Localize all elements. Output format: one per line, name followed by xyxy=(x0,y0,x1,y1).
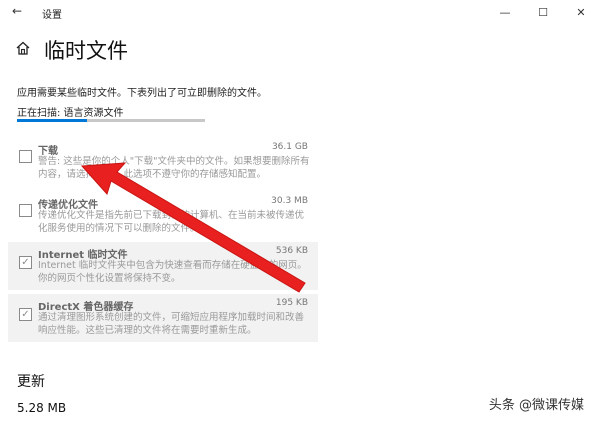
item-size: 36.1 GB xyxy=(271,142,308,152)
title-bar: ← 设置 — ☐ ✕ xyxy=(0,0,600,24)
item-size: 30.3 MB xyxy=(271,196,308,206)
checkbox-delivery-optimization[interactable] xyxy=(19,204,32,217)
list-item-internet-temp[interactable]: ✓ Internet 临时文件 536 KB Internet 临时文件夹中包含… xyxy=(8,242,318,290)
list-item-downloads[interactable]: 下载 36.1 GB 警告: 这些是你的个人"下载"文件夹中的文件。如果想要删除… xyxy=(8,138,318,190)
page-title: 临时文件 xyxy=(44,39,128,63)
checkbox-downloads[interactable] xyxy=(19,150,32,163)
item-description: 警告: 这些是你的个人"下载"文件夹中的文件。如果想要删除所有内容，请选择此项，… xyxy=(38,156,310,180)
section-title-updates: 更新 xyxy=(17,374,45,390)
item-description: 通过清理图形系统创建的文件，可缩短应用程序加载时间和改善响应性能。这些已清理的文… xyxy=(38,312,305,336)
scan-progress-bar xyxy=(17,119,205,122)
checkbox-internet-temp[interactable]: ✓ xyxy=(19,256,32,269)
list-item-delivery-optimization[interactable]: 传递优化文件 30.3 MB 传递优化文件是指先前已下载到你的计算机、在当前未被… xyxy=(8,192,318,236)
back-arrow-icon[interactable]: ← xyxy=(12,4,22,18)
item-size: 195 KB xyxy=(275,298,308,308)
page-description: 应用需要某些临时文件。下表列出了可立即删除的文件。 xyxy=(17,88,267,99)
home-icon[interactable] xyxy=(14,39,32,57)
minimize-button[interactable]: — xyxy=(486,0,524,24)
window-controls: — ☐ ✕ xyxy=(486,0,600,24)
scan-progress-fill xyxy=(17,119,87,122)
maximize-button[interactable]: ☐ xyxy=(524,0,562,24)
section-size: 5.28 MB xyxy=(17,401,67,415)
window-title: 设置 xyxy=(42,10,62,21)
watermark: 头条 @微课传媒 xyxy=(488,398,584,413)
item-description: 传递优化文件是指先前已下载到你的计算机、在当前未被传递优化服务使用的情况下可以删… xyxy=(38,210,305,234)
item-size: 536 KB xyxy=(275,246,308,256)
close-button[interactable]: ✕ xyxy=(562,0,600,24)
scan-status-text: 正在扫描: 语言资源文件 xyxy=(17,108,124,119)
list-item-directx-cache[interactable]: ✓ DirectX 着色器缓存 195 KB 通过清理图形系统创建的文件，可缩短… xyxy=(8,294,318,342)
checkbox-directx-cache[interactable]: ✓ xyxy=(19,308,32,321)
item-description: Internet 临时文件夹中包含为快速查看而存储在硬盘上的网页。你的网页个性化… xyxy=(38,260,307,284)
